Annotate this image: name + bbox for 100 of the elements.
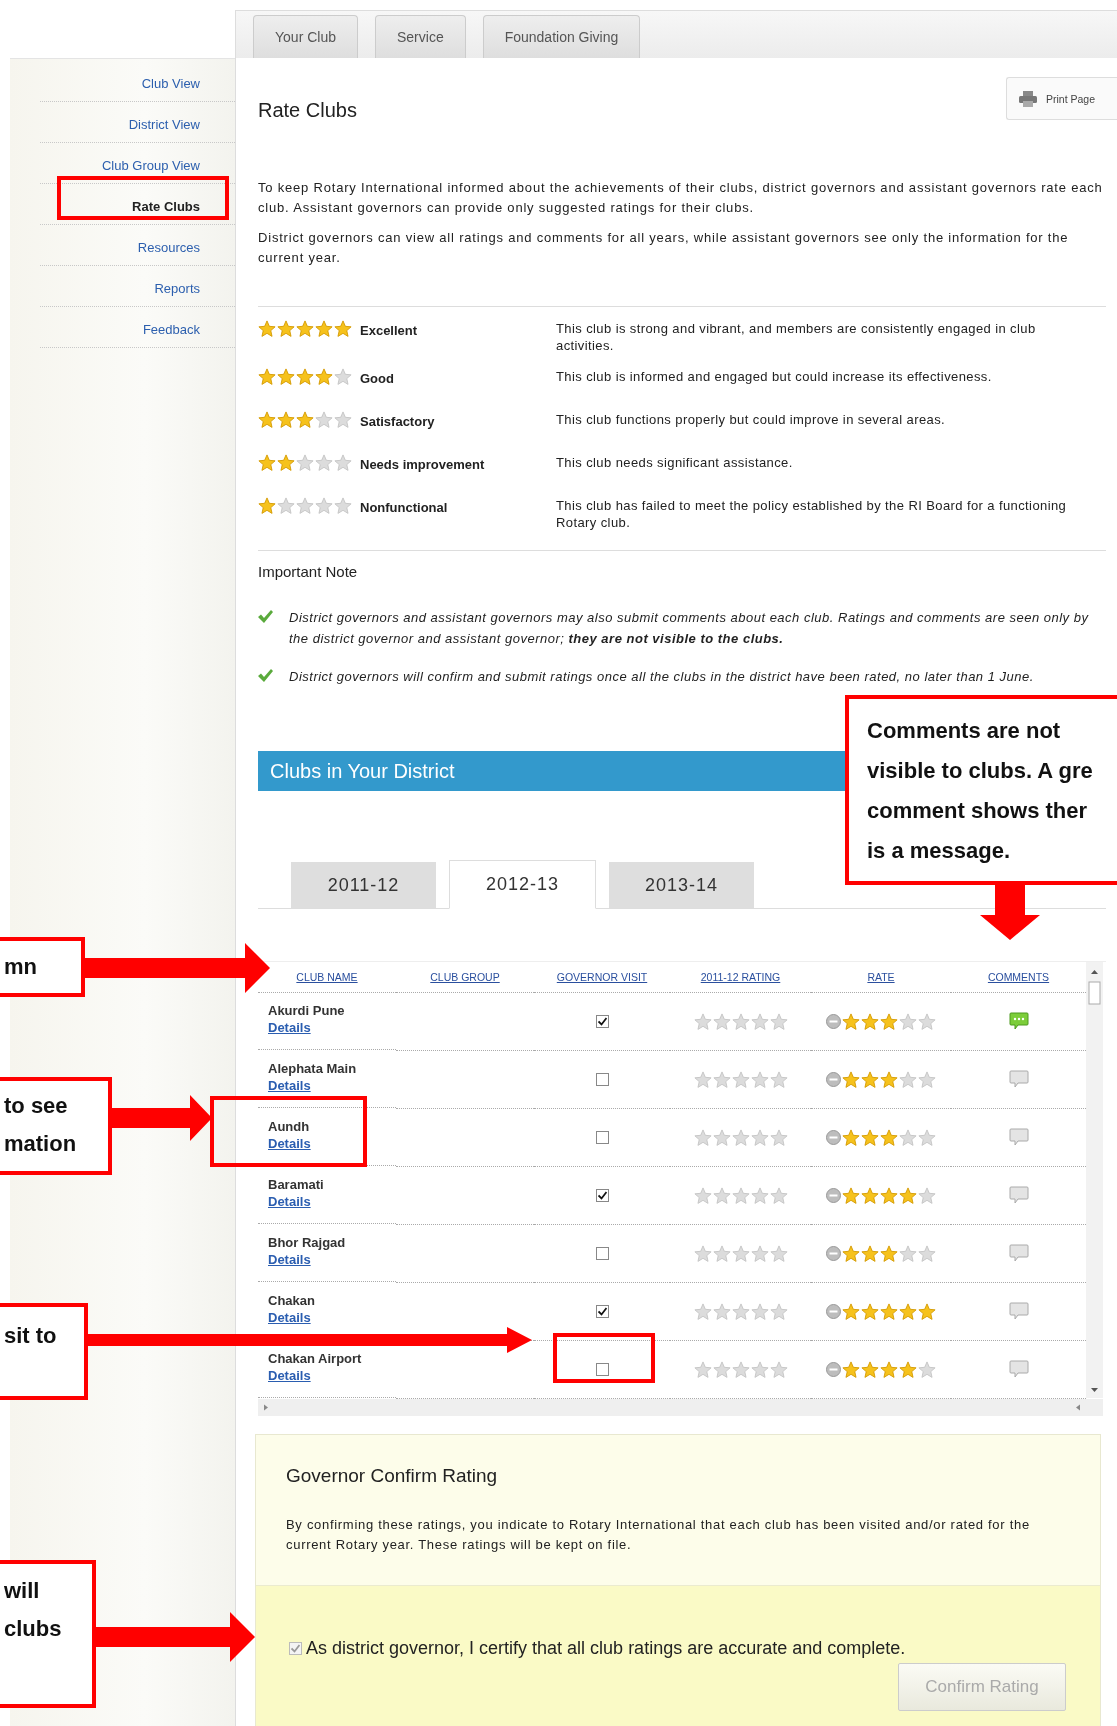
note-text: District governors will confirm and submit ratings once all the clubs in the district have been rated, no later than 1 June. bbox=[289, 668, 1034, 686]
star-icon bbox=[712, 1360, 731, 1379]
star-icon bbox=[769, 1244, 788, 1263]
nav-link[interactable]: District View bbox=[128, 116, 200, 132]
details-link[interactable]: Details bbox=[268, 1310, 311, 1325]
details-link[interactable]: Details bbox=[268, 1194, 311, 1209]
column-header[interactable]: 2011-12 RATING bbox=[700, 971, 781, 983]
star-icon bbox=[918, 1186, 936, 1205]
star-icon bbox=[334, 320, 352, 338]
details-link[interactable]: Details bbox=[268, 1252, 311, 1267]
star-icon bbox=[769, 1128, 788, 1147]
star-icon bbox=[693, 1244, 712, 1263]
rating-label: Excellent bbox=[360, 322, 419, 338]
star-icon bbox=[693, 1302, 712, 1321]
star-icon bbox=[315, 497, 333, 515]
nav-link[interactable]: Rate Clubs bbox=[132, 198, 200, 214]
nav-tab[interactable]: Your Club bbox=[253, 15, 358, 58]
check-icon bbox=[258, 610, 273, 623]
checkbox[interactable] bbox=[595, 1247, 609, 1260]
rating-description: This club needs significant assistance. bbox=[556, 454, 794, 471]
star-icon bbox=[712, 1244, 731, 1263]
checkbox[interactable] bbox=[595, 1015, 609, 1028]
panel-text: By confirming these ratings, you indicate to Rotary International that each club has been visited and/or rated for the current Rotary year. These ratings will be kept on file. bbox=[286, 1516, 1031, 1554]
star-icon bbox=[750, 1128, 769, 1147]
star-icon bbox=[693, 1186, 712, 1205]
star-icon bbox=[334, 454, 352, 472]
note-text: District governors and assistant governors may also submit comments about each club. Ratings and comments are seen only by the district governor and assistant governor; they are not visible to the clubs. bbox=[289, 609, 1090, 648]
star-icon bbox=[842, 1302, 860, 1321]
checkbox[interactable] bbox=[595, 1073, 609, 1086]
rating-label: Good bbox=[360, 370, 395, 386]
star-icon bbox=[258, 320, 276, 338]
star-icon bbox=[731, 1070, 750, 1089]
nav-link[interactable]: Feedback bbox=[142, 321, 200, 337]
print-button[interactable]: Print Page bbox=[1006, 77, 1117, 120]
nav-link[interactable]: Club View bbox=[141, 75, 200, 91]
details-link[interactable]: Details bbox=[268, 1368, 311, 1383]
year-tab[interactable]: 2013-14 bbox=[609, 862, 754, 908]
column-header[interactable]: CLUB NAME bbox=[296, 971, 358, 983]
nav-tab[interactable]: Service bbox=[375, 15, 466, 58]
club-name: Akurdi Pune bbox=[268, 1003, 345, 1018]
star-icon bbox=[277, 411, 295, 429]
star-icon bbox=[861, 1128, 879, 1147]
rating-description: This club functions properly but could improve in several areas. bbox=[556, 411, 947, 428]
star-icon bbox=[842, 1360, 860, 1379]
minus-circle-icon bbox=[826, 1130, 841, 1145]
star-icon bbox=[918, 1302, 936, 1321]
details-link[interactable]: Details bbox=[268, 1078, 311, 1093]
intro-paragraph: District governors can view all ratings and comments for all years, while assistant governors see only the information for the current year. bbox=[258, 229, 1070, 267]
column-header[interactable]: COMMENTS bbox=[987, 971, 1050, 983]
star-icon bbox=[899, 1244, 917, 1263]
star-icon bbox=[693, 1070, 712, 1089]
star-icon bbox=[712, 1070, 731, 1089]
callout-box: will clubs bbox=[0, 1560, 96, 1708]
year-tab[interactable]: 2012-13 bbox=[449, 860, 596, 909]
column-header[interactable]: RATE bbox=[867, 971, 895, 983]
checkbox[interactable] bbox=[595, 1131, 609, 1144]
star-icon bbox=[880, 1244, 898, 1263]
star-icon bbox=[731, 1186, 750, 1205]
club-name: Alephata Main bbox=[268, 1061, 357, 1076]
check-icon bbox=[258, 669, 273, 682]
star-icon bbox=[258, 497, 276, 515]
minus-circle-icon bbox=[826, 1362, 841, 1377]
page-title: Rate Clubs bbox=[258, 98, 357, 122]
checkbox[interactable] bbox=[595, 1305, 609, 1318]
star-icon bbox=[258, 411, 276, 429]
printer-icon bbox=[1019, 90, 1037, 107]
star-icon bbox=[918, 1360, 936, 1379]
details-link[interactable]: Details bbox=[268, 1020, 311, 1035]
star-icon bbox=[750, 1360, 769, 1379]
checkbox[interactable] bbox=[595, 1363, 609, 1376]
star-icon bbox=[899, 1186, 917, 1205]
star-icon bbox=[296, 411, 314, 429]
star-icon bbox=[880, 1070, 898, 1089]
star-icon bbox=[296, 320, 314, 338]
star-icon bbox=[769, 1070, 788, 1089]
panel-title: Governor Confirm Rating bbox=[286, 1465, 499, 1487]
nav-link[interactable]: Reports bbox=[154, 280, 200, 296]
star-icon bbox=[334, 497, 352, 515]
star-icon bbox=[769, 1186, 788, 1205]
callout-box: Comments are not visible to clubs. A gre comment shows ther is a message. bbox=[845, 695, 1117, 885]
nav-tab[interactable]: Foundation Giving bbox=[482, 15, 641, 58]
nav-link[interactable]: Resources bbox=[137, 239, 200, 255]
star-icon bbox=[693, 1012, 712, 1031]
star-icon bbox=[880, 1186, 898, 1205]
star-icon bbox=[277, 320, 295, 338]
callout-box: to see mation bbox=[0, 1077, 112, 1175]
rating-description: This club has failed to meet the policy established by the RI Board for a functioning Rotary club. bbox=[556, 497, 1068, 531]
star-icon bbox=[712, 1186, 731, 1205]
star-icon bbox=[861, 1360, 879, 1379]
club-name: Baramati bbox=[268, 1177, 324, 1192]
checkbox[interactable] bbox=[595, 1189, 609, 1202]
star-icon bbox=[918, 1128, 936, 1147]
details-link[interactable]: Details bbox=[268, 1136, 311, 1151]
star-icon bbox=[899, 1012, 917, 1031]
year-tab[interactable]: 2011-12 bbox=[291, 862, 436, 908]
column-header[interactable]: GOVERNOR VISIT bbox=[556, 971, 648, 983]
nav-link[interactable]: Club Group View bbox=[101, 157, 200, 173]
column-header[interactable]: CLUB GROUP bbox=[430, 971, 500, 983]
club-name: Aundh bbox=[268, 1119, 310, 1134]
star-icon bbox=[712, 1302, 731, 1321]
